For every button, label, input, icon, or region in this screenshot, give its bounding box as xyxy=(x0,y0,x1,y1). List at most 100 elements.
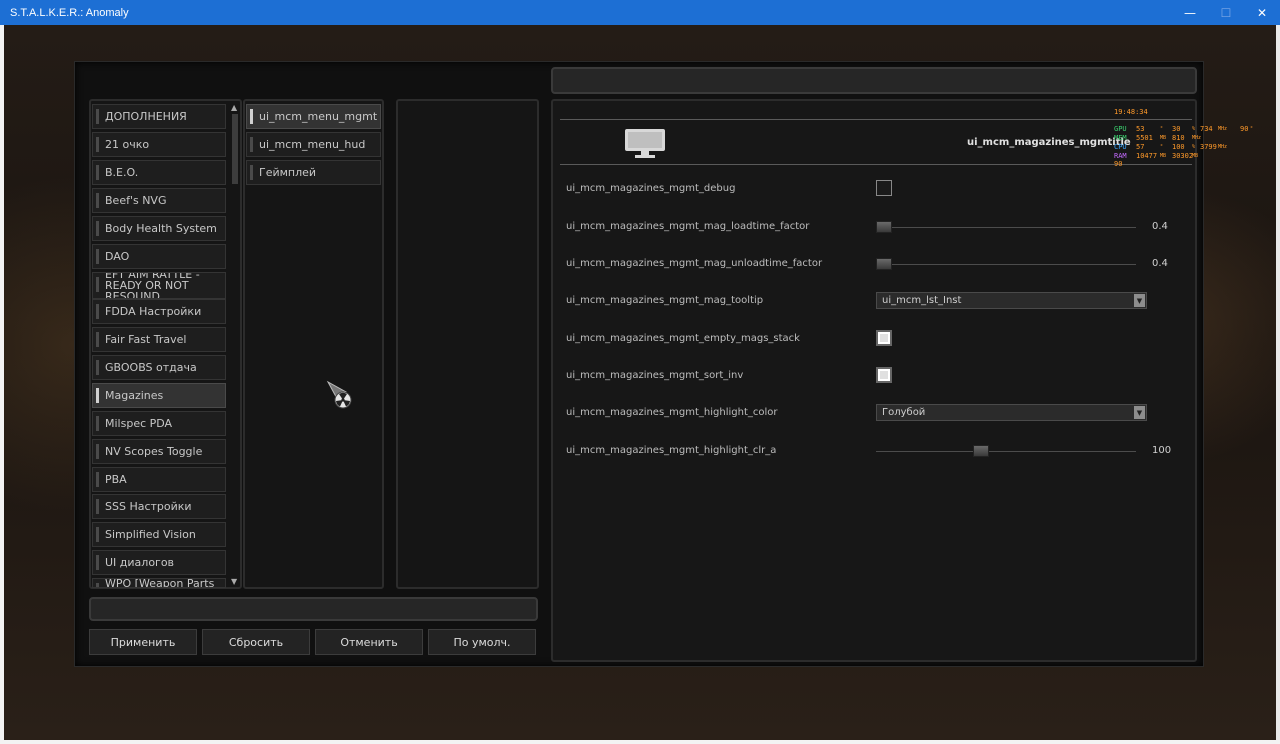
category-item[interactable]: Simplified Vision xyxy=(92,522,226,547)
options-title: ui_mcm_magazines_mgmtitle xyxy=(967,137,1131,148)
osd-a-unit: MB xyxy=(1160,153,1167,159)
category-item[interactable]: GBOOBS отдача xyxy=(92,355,226,380)
category-item-label: GBOOBS отдача xyxy=(105,361,197,374)
empty-stack-label: ui_mcm_magazines_mgmt_empty_mags_stack xyxy=(566,333,800,344)
category-item[interactable]: 21 очко xyxy=(92,132,226,157)
maximize-button[interactable]: ☐ xyxy=(1208,0,1244,25)
osd-b-unit: % xyxy=(1192,144,1196,150)
category-item[interactable]: Milspec PDA xyxy=(92,411,226,436)
category-item-label: PBA xyxy=(105,473,127,486)
unloadtime-value: 0.4 xyxy=(1152,258,1168,269)
category-item[interactable]: FDDA Настройки xyxy=(92,299,226,324)
osd-a: 5501 xyxy=(1136,134,1153,142)
header-divider-bottom xyxy=(560,164,1192,165)
monitor-icon xyxy=(625,129,665,158)
highlight-alpha-value: 100 xyxy=(1152,445,1172,456)
chevron-down-icon[interactable]: ▼ xyxy=(1134,406,1145,419)
category-item[interactable]: B.E.O. xyxy=(92,160,226,185)
category-item[interactable]: Body Health System xyxy=(92,216,226,241)
category-item[interactable]: Fair Fast Travel xyxy=(92,327,226,352)
radiation-cursor-icon xyxy=(326,380,352,409)
osd-c: 734 xyxy=(1200,125,1213,133)
highlight-color-label: ui_mcm_magazines_mgmt_highlight_color xyxy=(566,407,778,418)
category-item-label: B.E.O. xyxy=(105,166,139,179)
desktop-edge-right xyxy=(1276,25,1280,744)
category-item-label: WPO [Weapon Parts xyxy=(105,578,215,588)
osd-b-unit: MB xyxy=(1192,153,1199,159)
unloadtime-slider[interactable] xyxy=(876,264,1136,265)
status-bar xyxy=(89,597,538,621)
category-item-label: Milspec PDA xyxy=(105,417,173,430)
category-item-label: Body Health System xyxy=(105,222,217,235)
tooltip-dropdown-value: ui_mcm_lst_Inst xyxy=(882,295,962,306)
options-header-bar xyxy=(551,67,1197,94)
default-button[interactable]: По умолч. xyxy=(428,629,536,655)
category-item-label: UI диалогов xyxy=(105,556,175,569)
highlight-color-dropdown[interactable]: Голубой ▼ xyxy=(876,404,1147,421)
submenu-item-label: ui_mcm_menu_mgmt xyxy=(259,110,378,123)
chevron-down-icon[interactable]: ▼ xyxy=(1134,294,1145,307)
empty-stack-checkbox[interactable] xyxy=(876,330,892,346)
osd-fps: 90 xyxy=(1114,160,1123,168)
cancel-button[interactable]: Отменить xyxy=(315,629,423,655)
sort-inv-checkbox[interactable] xyxy=(876,367,892,383)
category-item[interactable]: SSS Настройки xyxy=(92,494,226,519)
osd-name: MEM xyxy=(1114,134,1127,142)
category-scroll-thumb[interactable] xyxy=(232,114,238,184)
window-titlebar: S.T.A.L.K.E.R.: Anomaly — ☐ ✕ xyxy=(0,0,1280,25)
osd-c: 3799 xyxy=(1200,143,1217,151)
category-item[interactable]: UI диалогов xyxy=(92,550,226,575)
debug-checkbox[interactable] xyxy=(876,180,892,196)
scroll-up-icon[interactable]: ▲ xyxy=(231,103,237,112)
category-item[interactable]: DAO xyxy=(92,244,226,269)
highlight-alpha-label: ui_mcm_magazines_mgmt_highlight_clr_a xyxy=(566,445,777,456)
category-item-label: SSS Настройки xyxy=(105,500,192,513)
tooltip-dropdown[interactable]: ui_mcm_lst_Inst ▼ xyxy=(876,292,1147,309)
submenu-item[interactable]: Геймплей xyxy=(246,160,381,185)
category-item[interactable]: WPO [Weapon Parts xyxy=(92,578,226,588)
osd-a: 10477 xyxy=(1136,152,1158,160)
submenu-item-label: Геймплей xyxy=(259,166,317,179)
unloadtime-label: ui_mcm_magazines_mgmt_mag_unloadtime_fac… xyxy=(566,258,823,269)
minimize-button[interactable]: — xyxy=(1172,0,1208,25)
loadtime-value: 0.4 xyxy=(1152,221,1168,232)
sort-inv-label: ui_mcm_magazines_mgmt_sort_inv xyxy=(566,370,744,381)
debug-label: ui_mcm_magazines_mgmt_debug xyxy=(566,183,736,194)
submenu-item[interactable]: ui_mcm_menu_mgmt xyxy=(246,104,381,129)
osd-a: 57 xyxy=(1136,143,1145,151)
osd-name: GPU xyxy=(1114,125,1127,133)
category-item[interactable]: NV Scopes Toggle xyxy=(92,439,226,464)
category-item[interactable]: ДОПОЛНЕНИЯ xyxy=(92,104,226,129)
category-item-label: Simplified Vision xyxy=(105,528,196,541)
category-item-label: DAO xyxy=(105,250,130,263)
highlight-alpha-slider-handle[interactable] xyxy=(973,445,989,457)
osd-d: 90 xyxy=(1240,125,1249,133)
osd-row: RAM 10477 MB 30302 MB xyxy=(1114,152,1264,161)
osd-b: 30302 xyxy=(1172,152,1194,160)
submenu-item[interactable]: ui_mcm_menu_hud xyxy=(246,132,381,157)
unloadtime-slider-handle[interactable] xyxy=(876,258,892,270)
subsubmenu-pane xyxy=(396,99,539,589)
category-item-label: Fair Fast Travel xyxy=(105,333,187,346)
loadtime-slider-handle[interactable] xyxy=(876,221,892,233)
category-item-label: ДОПОЛНЕНИЯ xyxy=(105,110,187,123)
close-button[interactable]: ✕ xyxy=(1244,0,1280,25)
category-item-label: EFT AIM RATTLE - READY OR NOT RESOUND xyxy=(105,272,200,299)
tooltip-label: ui_mcm_magazines_mgmt_mag_tooltip xyxy=(566,295,764,306)
scroll-down-icon[interactable]: ▼ xyxy=(231,577,237,586)
reset-button[interactable]: Сбросить xyxy=(202,629,310,655)
highlight-alpha-slider[interactable] xyxy=(876,451,1136,452)
highlight-color-value: Голубой xyxy=(882,407,926,418)
category-item[interactable]: Beef's NVG xyxy=(92,188,226,213)
osd-a: 53 xyxy=(1136,125,1145,133)
osd-row: MEM 5501 MB 810 MHz xyxy=(1114,134,1264,143)
category-item[interactable]: PBA xyxy=(92,467,226,492)
osd-b: 30 xyxy=(1172,125,1181,133)
apply-button[interactable]: Применить xyxy=(89,629,197,655)
osd-time: 19:48:34 xyxy=(1114,108,1148,116)
loadtime-slider[interactable] xyxy=(876,227,1136,228)
category-item[interactable]: EFT AIM RATTLE - READY OR NOT RESOUND xyxy=(92,272,226,299)
category-item[interactable]: Magazines xyxy=(92,383,226,408)
osd-b: 100 xyxy=(1172,143,1185,151)
osd-b-unit: % xyxy=(1192,126,1196,132)
